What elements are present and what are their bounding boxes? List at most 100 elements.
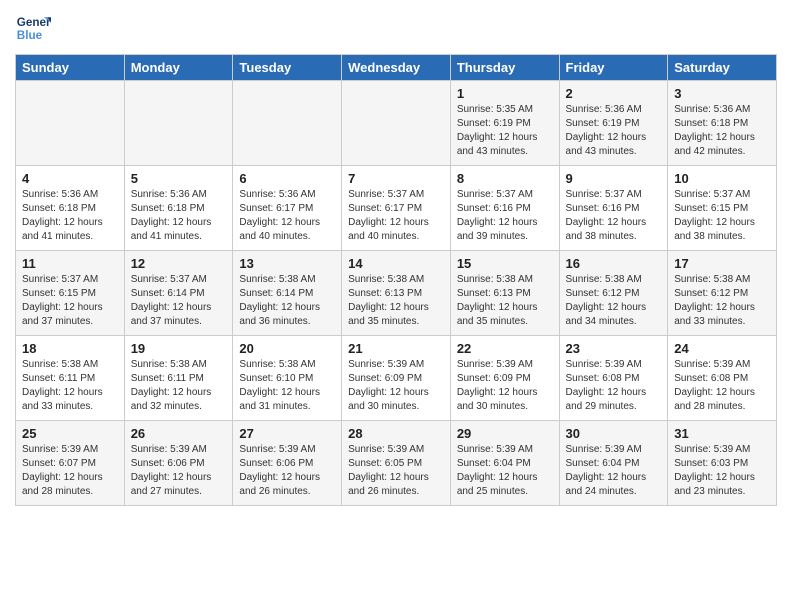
day-number: 15 (457, 256, 553, 271)
day-number: 20 (239, 341, 335, 356)
calendar-cell (124, 81, 233, 166)
calendar-cell: 7 Sunrise: 5:37 AMSunset: 6:17 PMDaylight… (342, 166, 451, 251)
calendar-cell: 2 Sunrise: 5:36 AMSunset: 6:19 PMDaylight… (559, 81, 668, 166)
day-info: Sunrise: 5:38 AMSunset: 6:11 PMDaylight:… (131, 358, 227, 414)
weekday-header-sunday: Sunday (16, 55, 125, 81)
calendar-cell: 5 Sunrise: 5:36 AMSunset: 6:18 PMDaylight… (124, 166, 233, 251)
day-number: 12 (131, 256, 227, 271)
weekday-header-row: SundayMondayTuesdayWednesdayThursdayFrid… (16, 55, 777, 81)
day-number: 9 (566, 171, 662, 186)
day-info: Sunrise: 5:39 AMSunset: 6:08 PMDaylight:… (674, 358, 770, 414)
day-number: 10 (674, 171, 770, 186)
day-info: Sunrise: 5:39 AMSunset: 6:09 PMDaylight:… (457, 358, 553, 414)
day-info: Sunrise: 5:38 AMSunset: 6:11 PMDaylight:… (22, 358, 118, 414)
calendar-week-row: 25 Sunrise: 5:39 AMSunset: 6:07 PMDayligh… (16, 421, 777, 506)
calendar-cell: 1 Sunrise: 5:35 AMSunset: 6:19 PMDaylight… (450, 81, 559, 166)
weekday-header-tuesday: Tuesday (233, 55, 342, 81)
day-info: Sunrise: 5:39 AMSunset: 6:09 PMDaylight:… (348, 358, 444, 414)
day-number: 25 (22, 426, 118, 441)
calendar-cell: 24 Sunrise: 5:39 AMSunset: 6:08 PMDayligh… (668, 336, 777, 421)
calendar-cell: 11 Sunrise: 5:37 AMSunset: 6:15 PMDayligh… (16, 251, 125, 336)
day-info: Sunrise: 5:38 AMSunset: 6:13 PMDaylight:… (348, 273, 444, 329)
calendar-cell: 31Sunrise: 5:39 AMSunset: 6:03 PMDayligh… (668, 421, 777, 506)
calendar-cell: 10 Sunrise: 5:37 AMSunset: 6:15 PMDayligh… (668, 166, 777, 251)
calendar-cell: 21 Sunrise: 5:39 AMSunset: 6:09 PMDayligh… (342, 336, 451, 421)
day-info: Sunrise: 5:37 AMSunset: 6:16 PMDaylight:… (457, 188, 553, 244)
calendar-cell: 9 Sunrise: 5:37 AMSunset: 6:16 PMDaylight… (559, 166, 668, 251)
weekday-header-friday: Friday (559, 55, 668, 81)
calendar-cell: 6 Sunrise: 5:36 AMSunset: 6:17 PMDaylight… (233, 166, 342, 251)
logo-icon: General Blue (15, 10, 51, 46)
day-number: 27 (239, 426, 335, 441)
calendar-cell: 15 Sunrise: 5:38 AMSunset: 6:13 PMDayligh… (450, 251, 559, 336)
day-info: Sunrise: 5:38 AMSunset: 6:12 PMDaylight:… (674, 273, 770, 329)
calendar-cell: 18 Sunrise: 5:38 AMSunset: 6:11 PMDayligh… (16, 336, 125, 421)
day-number: 28 (348, 426, 444, 441)
day-info: Sunrise: 5:38 AMSunset: 6:14 PMDaylight:… (239, 273, 335, 329)
day-number: 29 (457, 426, 553, 441)
day-info: Sunrise: 5:37 AMSunset: 6:16 PMDaylight:… (566, 188, 662, 244)
day-info: Sunrise: 5:39 AMSunset: 6:03 PMDaylight:… (674, 443, 770, 499)
day-info: Sunrise: 5:39 AMSunset: 6:06 PMDaylight:… (239, 443, 335, 499)
weekday-header-wednesday: Wednesday (342, 55, 451, 81)
day-number: 8 (457, 171, 553, 186)
day-number: 2 (566, 86, 662, 101)
calendar-cell: 13Sunrise: 5:38 AMSunset: 6:14 PMDayligh… (233, 251, 342, 336)
calendar-cell: 3 Sunrise: 5:36 AMSunset: 6:18 PMDaylight… (668, 81, 777, 166)
day-info: Sunrise: 5:39 AMSunset: 6:04 PMDaylight:… (566, 443, 662, 499)
day-info: Sunrise: 5:37 AMSunset: 6:17 PMDaylight:… (348, 188, 444, 244)
day-number: 6 (239, 171, 335, 186)
day-info: Sunrise: 5:38 AMSunset: 6:12 PMDaylight:… (566, 273, 662, 329)
calendar-cell: 20Sunrise: 5:38 AMSunset: 6:10 PMDayligh… (233, 336, 342, 421)
day-number: 7 (348, 171, 444, 186)
day-number: 19 (131, 341, 227, 356)
day-number: 1 (457, 86, 553, 101)
weekday-header-saturday: Saturday (668, 55, 777, 81)
calendar-week-row: 1 Sunrise: 5:35 AMSunset: 6:19 PMDaylight… (16, 81, 777, 166)
day-info: Sunrise: 5:39 AMSunset: 6:04 PMDaylight:… (457, 443, 553, 499)
calendar-cell (16, 81, 125, 166)
day-info: Sunrise: 5:38 AMSunset: 6:13 PMDaylight:… (457, 273, 553, 329)
day-info: Sunrise: 5:36 AMSunset: 6:18 PMDaylight:… (22, 188, 118, 244)
day-info: Sunrise: 5:37 AMSunset: 6:15 PMDaylight:… (674, 188, 770, 244)
day-number: 30 (566, 426, 662, 441)
calendar-cell: 14 Sunrise: 5:38 AMSunset: 6:13 PMDayligh… (342, 251, 451, 336)
day-number: 21 (348, 341, 444, 356)
day-info: Sunrise: 5:35 AMSunset: 6:19 PMDaylight:… (457, 103, 553, 159)
day-number: 16 (566, 256, 662, 271)
calendar-cell: 30 Sunrise: 5:39 AMSunset: 6:04 PMDayligh… (559, 421, 668, 506)
day-info: Sunrise: 5:36 AMSunset: 6:18 PMDaylight:… (131, 188, 227, 244)
day-number: 22 (457, 341, 553, 356)
day-info: Sunrise: 5:36 AMSunset: 6:18 PMDaylight:… (674, 103, 770, 159)
day-info: Sunrise: 5:36 AMSunset: 6:17 PMDaylight:… (239, 188, 335, 244)
day-number: 17 (674, 256, 770, 271)
day-info: Sunrise: 5:37 AMSunset: 6:15 PMDaylight:… (22, 273, 118, 329)
day-number: 11 (22, 256, 118, 271)
calendar-cell: 17 Sunrise: 5:38 AMSunset: 6:12 PMDayligh… (668, 251, 777, 336)
day-info: Sunrise: 5:39 AMSunset: 6:07 PMDaylight:… (22, 443, 118, 499)
day-number: 18 (22, 341, 118, 356)
weekday-header-thursday: Thursday (450, 55, 559, 81)
calendar-cell: 29 Sunrise: 5:39 AMSunset: 6:04 PMDayligh… (450, 421, 559, 506)
calendar-week-row: 4Sunrise: 5:36 AMSunset: 6:18 PMDaylight… (16, 166, 777, 251)
weekday-header-monday: Monday (124, 55, 233, 81)
calendar-cell: 8 Sunrise: 5:37 AMSunset: 6:16 PMDaylight… (450, 166, 559, 251)
calendar-cell: 23Sunrise: 5:39 AMSunset: 6:08 PMDayligh… (559, 336, 668, 421)
day-info: Sunrise: 5:36 AMSunset: 6:19 PMDaylight:… (566, 103, 662, 159)
day-info: Sunrise: 5:37 AMSunset: 6:14 PMDaylight:… (131, 273, 227, 329)
calendar-cell: 12 Sunrise: 5:37 AMSunset: 6:14 PMDayligh… (124, 251, 233, 336)
calendar-cell: 16 Sunrise: 5:38 AMSunset: 6:12 PMDayligh… (559, 251, 668, 336)
page-header: General Blue (15, 10, 777, 46)
day-number: 24 (674, 341, 770, 356)
day-number: 26 (131, 426, 227, 441)
day-info: Sunrise: 5:39 AMSunset: 6:06 PMDaylight:… (131, 443, 227, 499)
day-info: Sunrise: 5:39 AMSunset: 6:05 PMDaylight:… (348, 443, 444, 499)
day-number: 3 (674, 86, 770, 101)
calendar-cell: 22 Sunrise: 5:39 AMSunset: 6:09 PMDayligh… (450, 336, 559, 421)
day-number: 5 (131, 171, 227, 186)
calendar-week-row: 11 Sunrise: 5:37 AMSunset: 6:15 PMDayligh… (16, 251, 777, 336)
day-number: 23 (566, 341, 662, 356)
calendar-cell: 25 Sunrise: 5:39 AMSunset: 6:07 PMDayligh… (16, 421, 125, 506)
day-number: 14 (348, 256, 444, 271)
calendar-cell: 27 Sunrise: 5:39 AMSunset: 6:06 PMDayligh… (233, 421, 342, 506)
